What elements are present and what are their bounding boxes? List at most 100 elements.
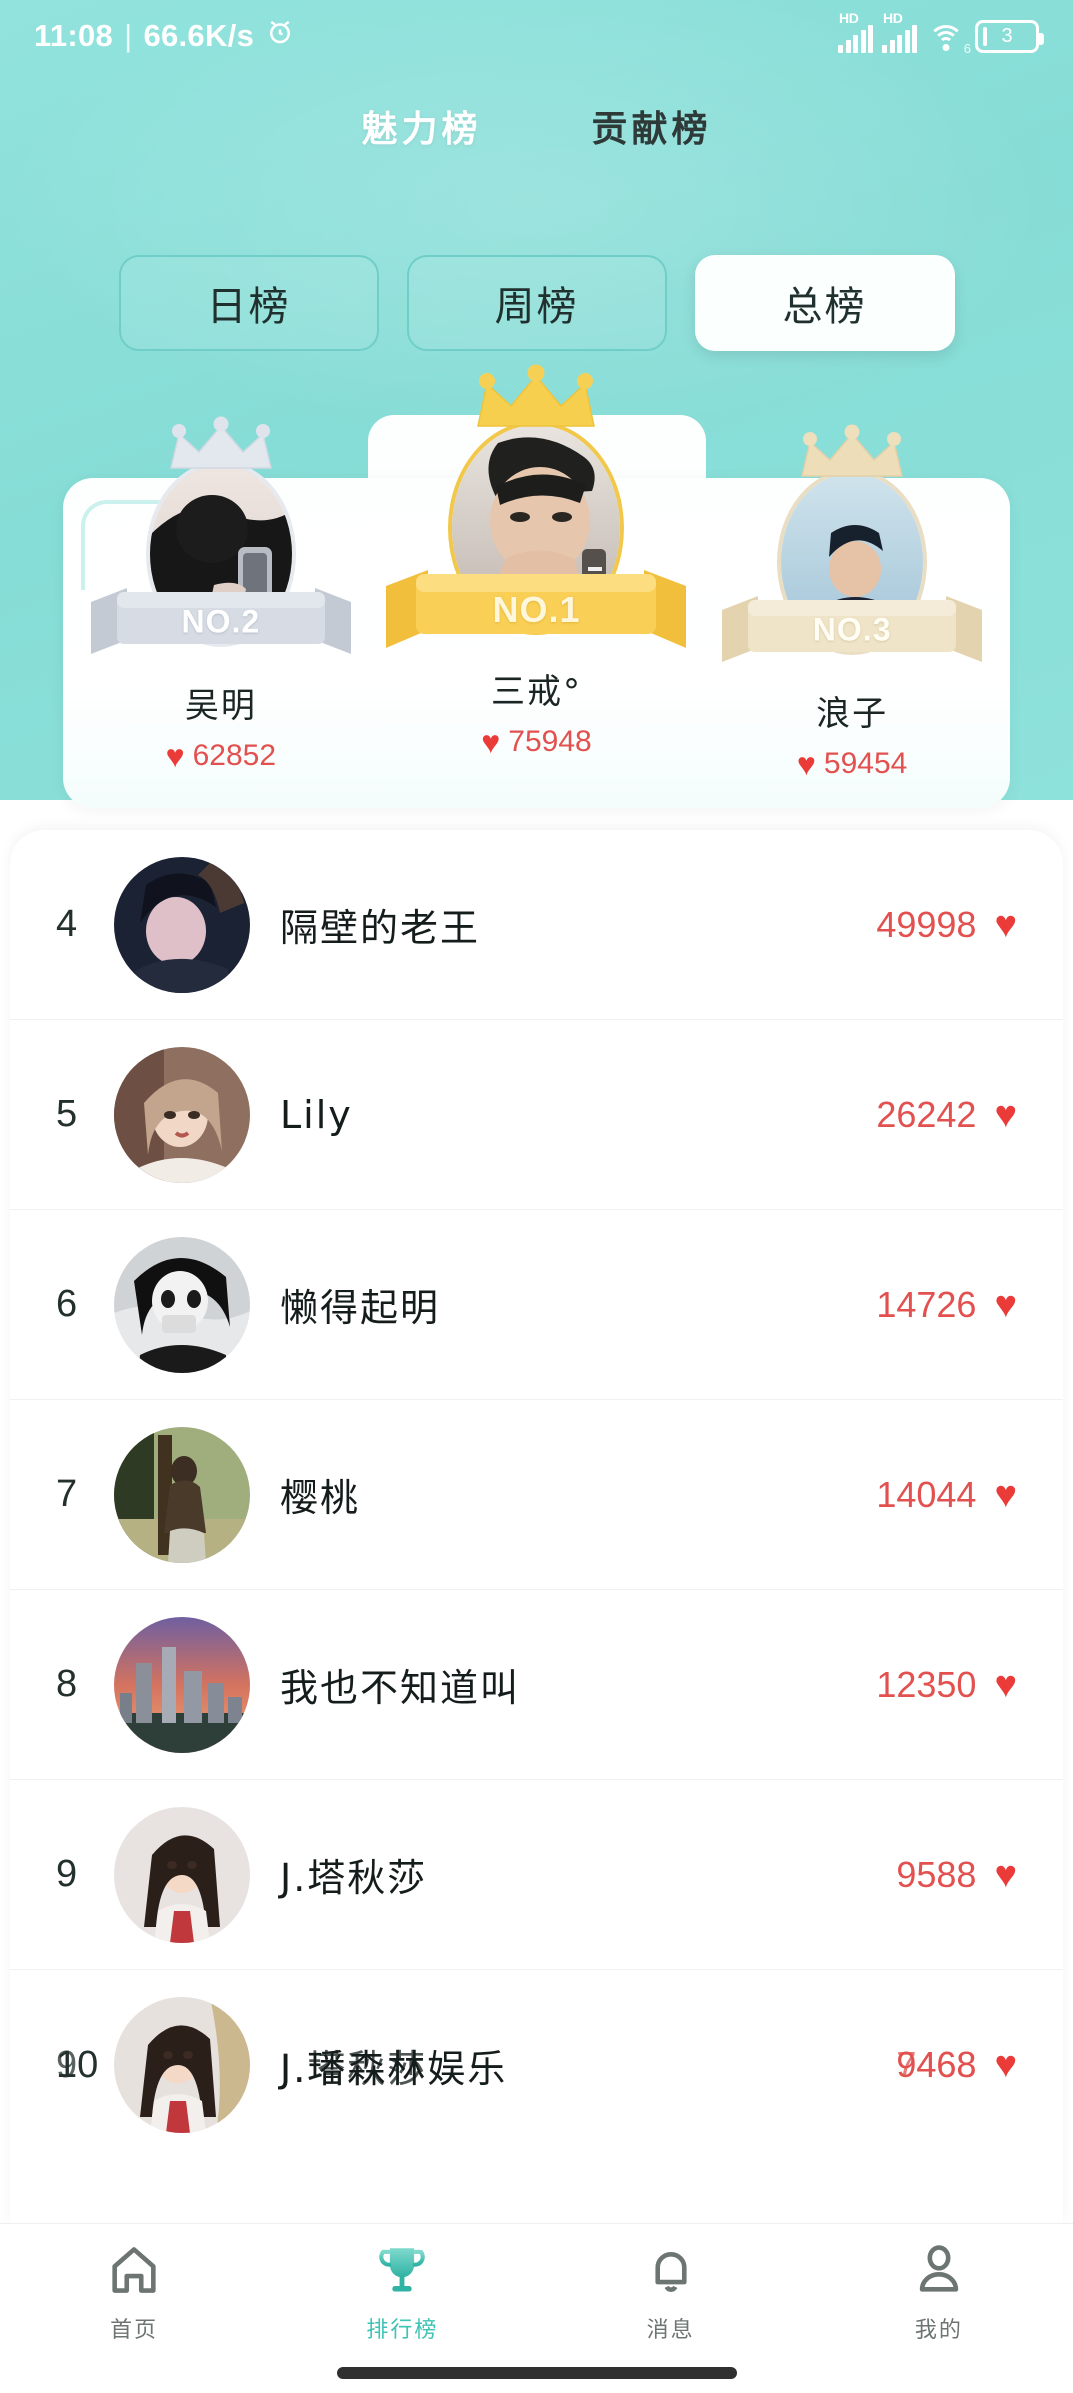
trophy-icon	[370, 2238, 434, 2302]
heart-icon: ♥	[994, 1853, 1017, 1896]
period-option-weekly[interactable]: 周榜	[406, 255, 667, 351]
podium-winner-1[interactable]: NO.1 三戒° ♥ 75948	[386, 364, 687, 759]
alarm-clock-icon	[265, 17, 295, 55]
avatar	[114, 1046, 250, 1183]
row-score: 14726 ♥	[876, 1284, 1017, 1326]
podium-score-3: ♥ 59454	[797, 747, 907, 781]
podium-avatar-wrap-2: NO.2	[90, 416, 351, 654]
row-name: 樱桃	[280, 1476, 361, 1520]
status-separator: |	[124, 18, 133, 53]
row-rank: 7	[56, 1473, 78, 1515]
tab-charm-ranking[interactable]: 魅力榜	[361, 100, 481, 152]
row-name: J.塔秋莎	[280, 1856, 428, 1900]
table-row[interactable]: 4 隔壁的老王 49998 ♥	[10, 830, 1063, 1020]
hd-label-sim1: HD	[839, 9, 859, 26]
row-score-value: 12350	[876, 1663, 977, 1705]
row-score: 7468 9468 ♥	[896, 2044, 1017, 2086]
row-name: Lily	[280, 1092, 353, 1137]
row-rank-ghost: 9	[56, 2043, 78, 2086]
row-rank: 6	[56, 1283, 78, 1325]
podium-score-value-2: 62852	[192, 739, 277, 772]
tab-contribution-ranking[interactable]: 贡献榜	[592, 100, 712, 152]
period-option-daily[interactable]: 日榜	[118, 255, 379, 351]
row-name-ghost: J.塔秋莎	[280, 2046, 428, 2091]
bell-icon	[639, 2238, 703, 2302]
rank-ribbon-1	[386, 570, 687, 648]
table-row[interactable]: 7 樱桃 14044 ♥	[10, 1400, 1063, 1590]
status-bar-left: 11:08 | 66.6K/s	[34, 17, 295, 55]
heart-icon: ♥	[994, 2044, 1017, 2086]
avatar	[114, 1806, 250, 1943]
heart-icon: ♥	[994, 1283, 1017, 1326]
table-row[interactable]: 9 10 J.塔秋莎 J.璠森林娱乐 7468 9468 ♥	[10, 1970, 1063, 2160]
crown-icon-bronze	[801, 424, 904, 477]
row-name: 我也不知道叫	[280, 1666, 521, 1710]
row-score-value: 49998	[876, 903, 977, 945]
row-rank: 4	[56, 903, 78, 945]
heart-icon: ♥	[796, 746, 816, 782]
nav-item-profile[interactable]: 我的	[839, 2238, 1039, 2344]
heart-icon: ♥	[994, 1663, 1017, 1706]
period-filter: 日榜 周榜 总榜	[0, 255, 1073, 351]
nav-label-messages: 消息	[646, 2318, 695, 2343]
crown-icon-gold	[477, 364, 596, 427]
heart-icon: ♥	[994, 903, 1017, 946]
row-rank: 8	[56, 1663, 78, 1705]
podium-score-1: ♥ 75948	[481, 725, 591, 759]
signal-icon-sim2: HD	[882, 10, 917, 53]
row-score: 9588 ♥	[896, 1854, 1017, 1896]
rank-ribbon-3	[722, 596, 983, 662]
nav-item-home[interactable]: 首页	[34, 2238, 234, 2344]
nav-item-ranking[interactable]: 排行榜	[302, 2238, 502, 2344]
row-score: 49998 ♥	[876, 904, 1017, 946]
battery-icon: 3	[975, 19, 1044, 53]
table-row[interactable]: 6 懒得起明 14726 ♥	[10, 1210, 1063, 1400]
status-time: 11:08	[34, 18, 114, 53]
row-name: 懒得起明	[280, 1286, 441, 1330]
nav-label-ranking: 排行榜	[366, 2318, 439, 2343]
network-speed: 66.6K/s	[143, 18, 255, 53]
home-icon	[102, 2238, 166, 2302]
avatar	[114, 1426, 250, 1563]
home-indicator	[336, 2367, 737, 2379]
avatar	[114, 1236, 250, 1373]
nav-label-home: 首页	[110, 2318, 159, 2343]
table-row[interactable]: 5 Lily 26242 ♥	[10, 1020, 1063, 1210]
table-row[interactable]: 8 我也不知道叫 12350 ♥	[10, 1590, 1063, 1780]
podium-score-value-1: 75948	[508, 725, 592, 758]
podium-name-3: 浪子	[816, 694, 889, 734]
avatar	[114, 1616, 250, 1753]
signal-icon-sim1: HD	[838, 10, 873, 53]
row-score: 12350 ♥	[876, 1664, 1017, 1706]
avatar	[114, 856, 250, 993]
rank-ribbon-2	[90, 588, 351, 654]
row-name: J.塔秋莎 J.璠森林娱乐	[280, 2038, 896, 2093]
podium-winner-3[interactable]: NO.3 浪子 ♥ 59454	[702, 424, 1002, 781]
row-rank: 9	[56, 1853, 78, 1895]
period-option-total[interactable]: 总榜	[694, 255, 955, 351]
row-rank: 9 10	[56, 2044, 114, 2087]
heart-icon: ♥	[481, 724, 501, 760]
wifi-generation-label: 6	[963, 40, 971, 56]
row-name: 隔壁的老王	[280, 906, 481, 950]
row-score-value: 14726	[876, 1283, 977, 1325]
nav-label-profile: 我的	[914, 2318, 963, 2343]
podium-winner-2[interactable]: NO.2 吴明 ♥ 62852	[71, 416, 371, 774]
person-icon	[907, 2238, 971, 2302]
ranking-list[interactable]: 4 隔壁的老王 49998 ♥ 5 Lily 26242 ♥ 6 懒得起明 14…	[10, 830, 1063, 2224]
table-row[interactable]: 9 J.塔秋莎 9588 ♥	[10, 1780, 1063, 1970]
podium-name-1: 三戒°	[490, 672, 582, 712]
crown-icon-silver	[169, 416, 272, 469]
heart-icon: ♥	[165, 738, 185, 774]
row-score-value: 7468 9468	[896, 2044, 976, 2086]
row-score-value: 26242	[876, 1093, 977, 1135]
status-bar: 11:08 | 66.6K/s HD HD 6 3	[0, 0, 1073, 72]
status-bar-right: HD HD 6 3	[838, 10, 1044, 56]
heart-icon: ♥	[994, 1473, 1017, 1516]
podium-avatar-wrap-3: NO.3	[722, 424, 983, 662]
row-rank: 5	[56, 1093, 78, 1135]
podium-avatar-wrap-1: NO.1	[386, 364, 687, 648]
podium-score-value-3: 59454	[823, 747, 908, 780]
nav-item-messages[interactable]: 消息	[571, 2238, 771, 2344]
row-score-value: 9588	[896, 1853, 977, 1895]
